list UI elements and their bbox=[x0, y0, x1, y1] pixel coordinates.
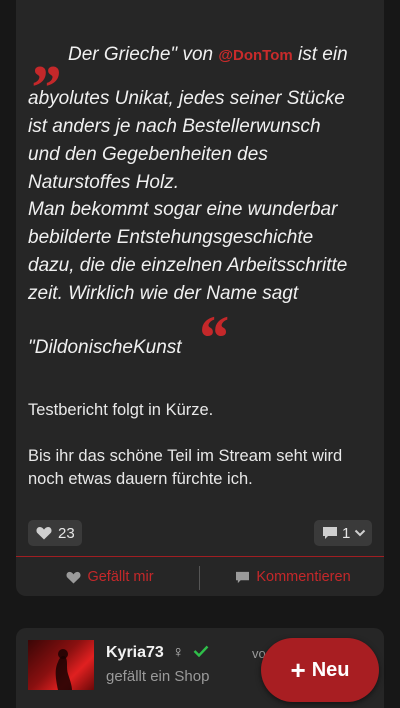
quote-line: ist anders je nach Bestellerwunsch bbox=[28, 116, 321, 137]
post-paragraph: Bis ihr das schöne Teil im Stream seht w… bbox=[28, 447, 343, 465]
like-button[interactable]: Gefällt mir bbox=[40, 562, 180, 592]
quote-line: Naturstoffes Holz. bbox=[28, 172, 179, 193]
plus-icon: + bbox=[290, 655, 306, 685]
username[interactable]: Kyria73 ♀ bbox=[106, 644, 209, 662]
post-paragraph: noch etwas dauern fürchte ich. bbox=[28, 470, 253, 488]
activity-text: gefällt ein Shop bbox=[106, 668, 210, 685]
quote-line: abyolutes Unikat, jedes seiner Stücke bbox=[28, 88, 345, 109]
avatar-silhouette bbox=[55, 649, 72, 690]
chevron-down-icon bbox=[355, 529, 366, 537]
quote-line: zeit. Wirklich wie der Name sagt bbox=[28, 283, 299, 304]
avatar[interactable] bbox=[28, 640, 94, 690]
comment-button[interactable]: Kommentieren bbox=[218, 562, 368, 592]
quote-line: Man bekommt sogar eine wunderbar bbox=[28, 199, 338, 220]
action-bar-divider bbox=[16, 556, 384, 557]
gender-female-icon: ♀ bbox=[172, 644, 185, 661]
comments-count-chip[interactable]: 1 bbox=[314, 520, 372, 546]
likes-count-chip[interactable]: 23 bbox=[28, 520, 82, 546]
quote-first-line: Der Grieche" von @DonTom ist ein bbox=[68, 44, 348, 65]
post-paragraph: Testbericht folgt in Kürze. bbox=[28, 401, 214, 419]
like-label: Gefällt mir bbox=[87, 569, 154, 585]
action-separator bbox=[199, 566, 200, 590]
comment-icon bbox=[323, 527, 337, 539]
mention-link[interactable]: @DonTom bbox=[218, 47, 292, 64]
quote-close-icon: “ bbox=[196, 302, 228, 373]
new-post-label: Neu bbox=[311, 658, 350, 681]
new-post-button[interactable]: + Neu bbox=[261, 638, 379, 702]
comment-label: Kommentieren bbox=[256, 569, 351, 585]
heart-icon bbox=[66, 571, 81, 584]
quote-line: bebilderte Entstehungsgeschichte bbox=[28, 227, 314, 248]
quote-line: und den Gegebenheiten des bbox=[28, 144, 268, 165]
verified-check-icon bbox=[193, 645, 209, 658]
likes-count: 23 bbox=[58, 524, 75, 542]
comment-icon bbox=[236, 571, 250, 583]
quote-last-line: "DildonischeKunst bbox=[28, 337, 182, 358]
quote-line: dazu, die die einzelnen Arbeitsschritte bbox=[28, 255, 348, 276]
heart-icon bbox=[36, 527, 52, 540]
comments-count: 1 bbox=[342, 524, 351, 542]
